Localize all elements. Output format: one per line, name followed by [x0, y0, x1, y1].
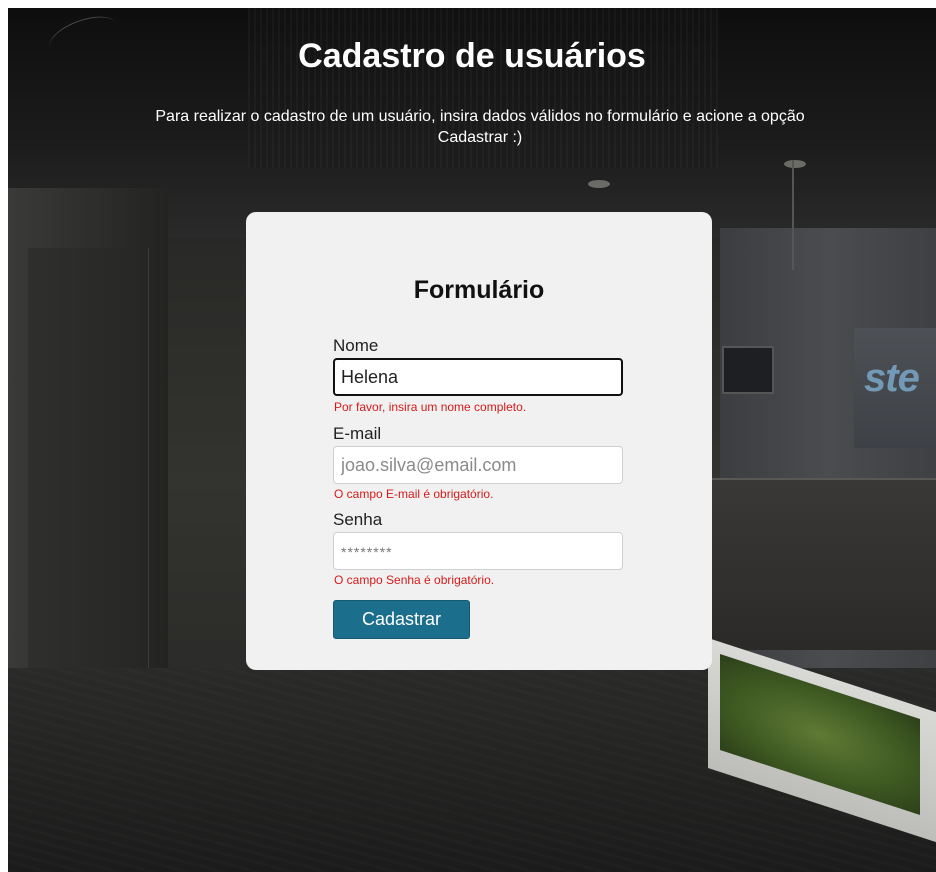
background-floor-texture — [8, 668, 936, 872]
name-error: Por favor, insira um nome completo. — [334, 400, 527, 414]
form-title: Formulário — [413, 276, 545, 304]
background-counter — [708, 478, 936, 650]
page-subtitle: Para realizar o cadastro de um usuário, … — [155, 108, 805, 146]
background-lamp — [588, 180, 610, 188]
background-lamp — [784, 160, 806, 168]
name-label: Nome — [333, 336, 379, 355]
name-input[interactable] — [333, 358, 623, 396]
background-planter — [708, 638, 936, 843]
submit-button[interactable]: Cadastrar — [333, 600, 470, 639]
registration-form: Formulário Nome Por favor, insira um nom… — [246, 212, 712, 670]
background-logo: ste — [864, 356, 920, 400]
background-lamp-cable — [792, 160, 794, 270]
background-floor — [8, 668, 936, 872]
background-left-wall — [8, 188, 168, 688]
background-planter-plants — [720, 654, 920, 815]
password-error: O campo Senha é obrigatório. — [334, 573, 495, 587]
email-input[interactable] — [333, 446, 623, 484]
email-error: O campo E-mail é obrigatório. — [334, 487, 494, 501]
page-viewport: ste Cadastro de usuários Para realizar o… — [8, 8, 936, 872]
background-tv — [722, 346, 774, 394]
background-right-wall — [720, 228, 936, 668]
email-label: E-mail — [333, 424, 382, 443]
password-label: Senha — [333, 510, 383, 529]
page-title: Cadastro de usuários — [298, 37, 646, 75]
background-left-pillar — [28, 248, 149, 688]
password-input[interactable] — [333, 532, 623, 570]
